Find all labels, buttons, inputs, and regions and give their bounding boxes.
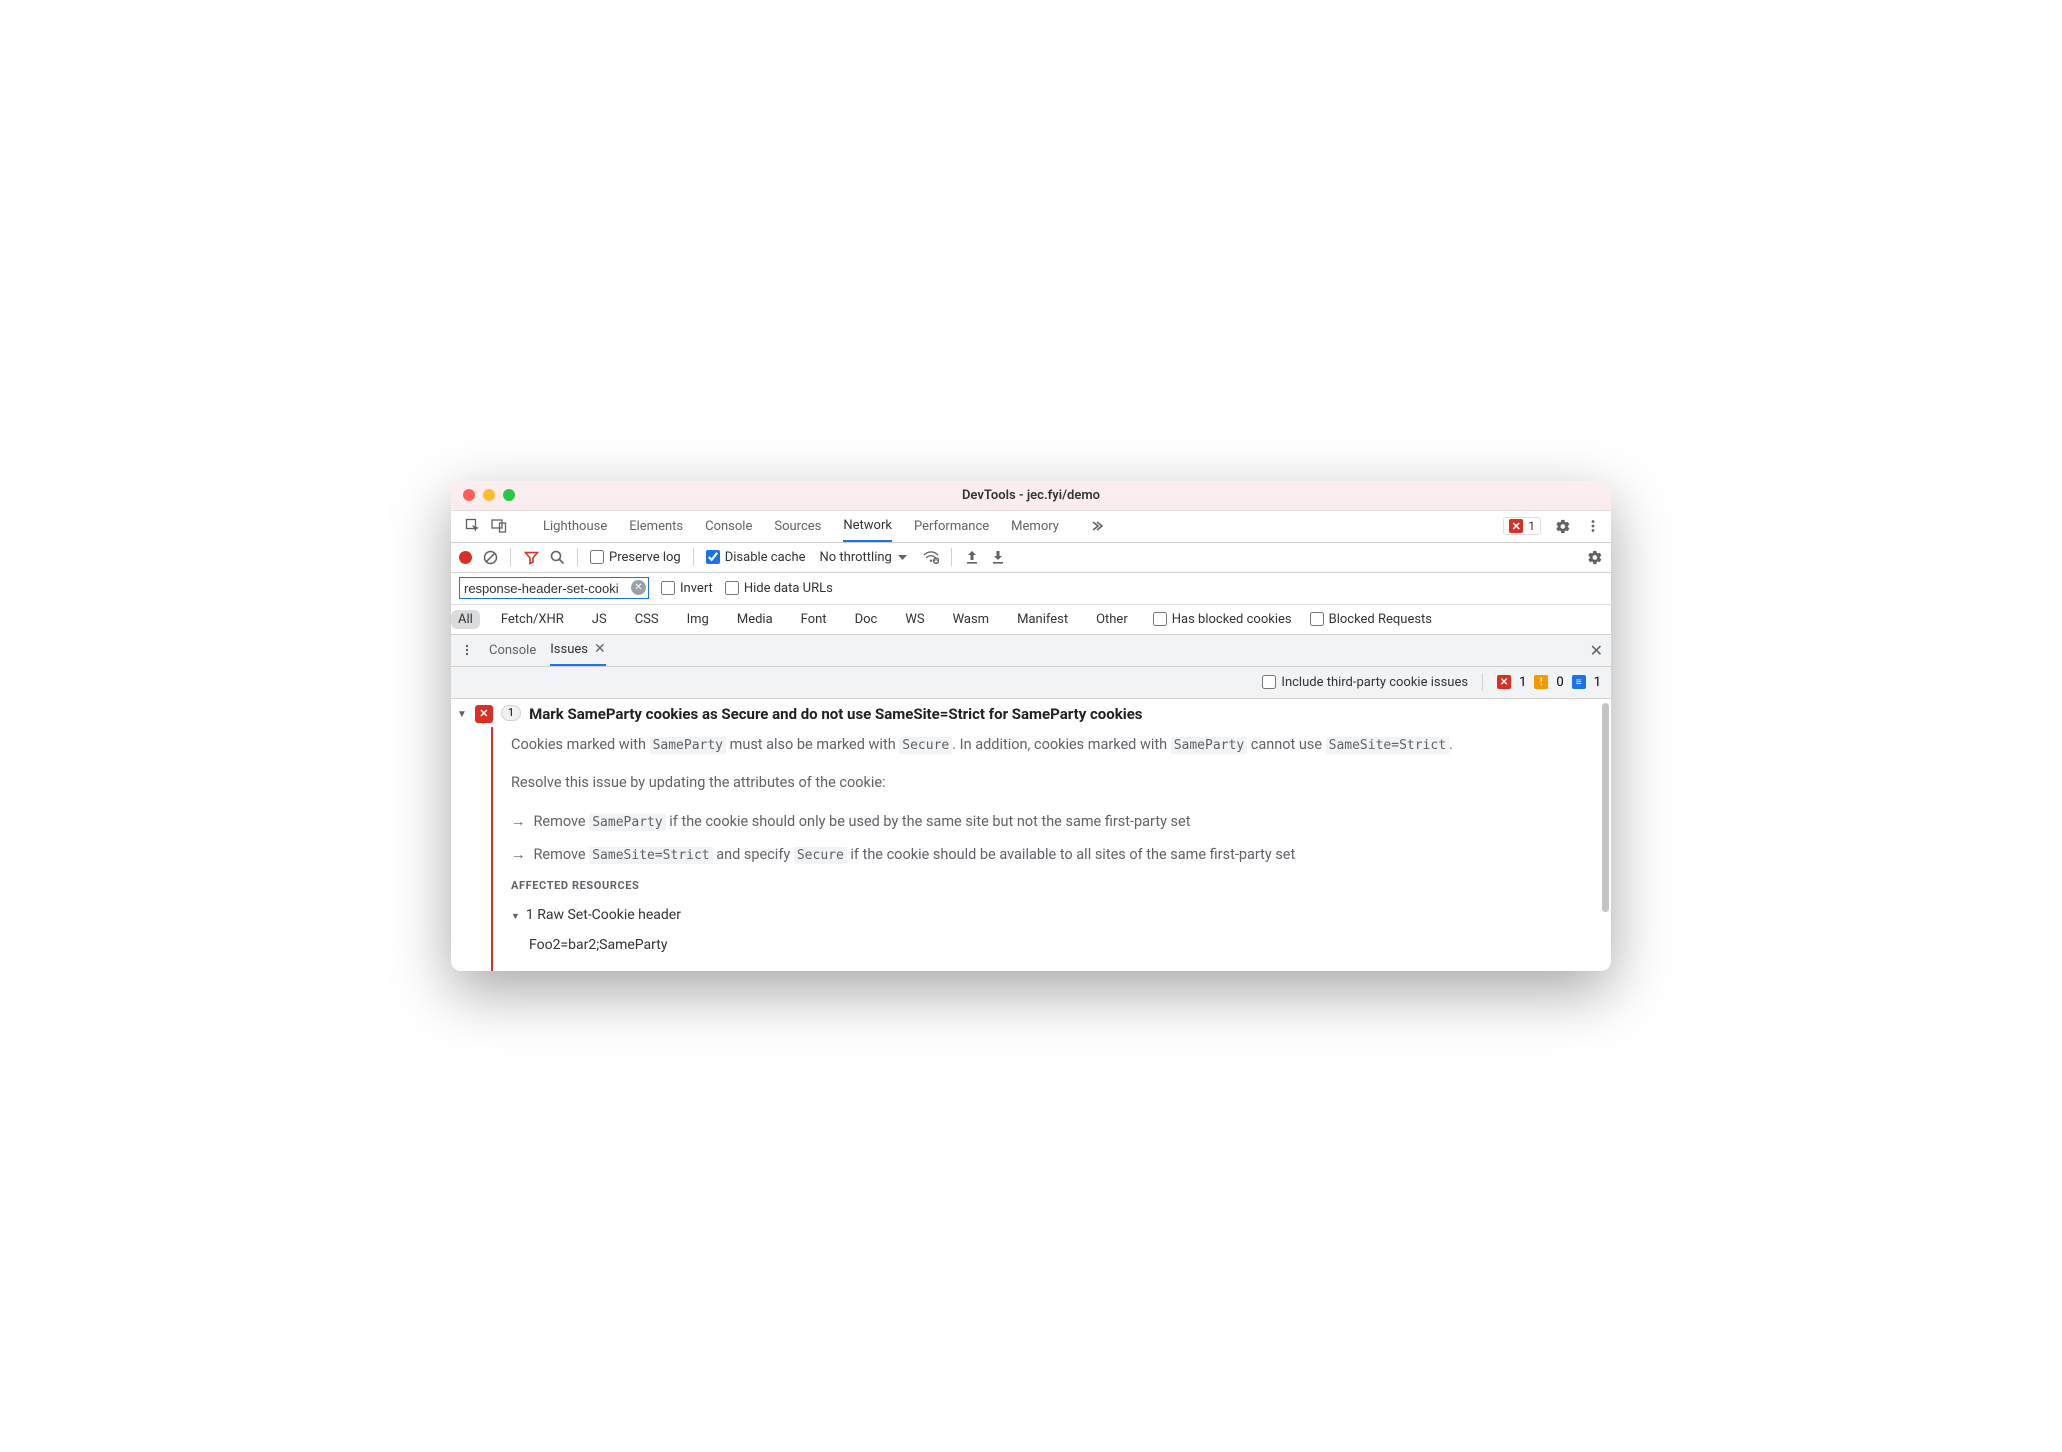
- search-icon[interactable]: [549, 549, 565, 565]
- record-button[interactable]: [459, 551, 472, 564]
- drawer-kebab-icon[interactable]: [459, 642, 475, 658]
- tab-elements[interactable]: Elements: [629, 511, 683, 542]
- scrollbar[interactable]: [1601, 701, 1609, 970]
- invert-checkbox[interactable]: Invert: [661, 581, 713, 596]
- collapse-triangle-icon[interactable]: ▼: [511, 910, 520, 925]
- issues-toolbar: Include third-party cookie issues ✕1 !0 …: [451, 667, 1611, 699]
- type-other[interactable]: Other: [1089, 610, 1135, 629]
- kebab-menu-icon[interactable]: [1585, 518, 1601, 534]
- clear-filter-icon[interactable]: ✕: [631, 580, 646, 595]
- tab-lighthouse[interactable]: Lighthouse: [543, 511, 607, 542]
- issue-title: Mark SameParty cookies as Secure and do …: [529, 705, 1142, 723]
- error-indicator[interactable]: ✕ 1: [1503, 517, 1541, 535]
- issue-paragraph-2: Resolve this issue by updating the attri…: [511, 771, 1581, 796]
- inspect-icon[interactable]: [465, 518, 481, 534]
- settings-icon[interactable]: [1555, 518, 1571, 534]
- arrow-icon: →: [511, 843, 526, 868]
- close-tab-icon[interactable]: ✕: [594, 641, 606, 657]
- blocked-cookies-checkbox[interactable]: Has blocked cookies: [1153, 612, 1292, 627]
- devtools-window: DevTools - jec.fyi/demo Lighthouse Eleme…: [451, 481, 1611, 972]
- main-tabs: Lighthouse Elements Console Sources Netw…: [543, 511, 1105, 542]
- disable-cache-input[interactable]: [706, 550, 720, 564]
- error-count-icon: ✕: [1497, 675, 1511, 689]
- main-tabbar: Lighthouse Elements Console Sources Netw…: [451, 511, 1611, 543]
- cookie-value: Foo2=bar2;SameParty: [529, 934, 1581, 958]
- arrow-icon: →: [511, 810, 526, 835]
- titlebar: DevTools - jec.fyi/demo: [451, 481, 1611, 511]
- issue-error-icon: ✕: [475, 705, 493, 723]
- type-manifest[interactable]: Manifest: [1010, 610, 1075, 629]
- preserve-log-checkbox[interactable]: Preserve log: [590, 550, 681, 565]
- tab-network[interactable]: Network: [843, 511, 892, 542]
- issue-header-row[interactable]: ▼ ✕ 1 Mark SameParty cookies as Secure a…: [451, 699, 1611, 727]
- type-font[interactable]: Font: [794, 610, 834, 629]
- network-conditions-icon[interactable]: [923, 549, 939, 565]
- close-drawer-icon[interactable]: ✕: [1590, 641, 1603, 660]
- include-third-party-checkbox[interactable]: Include third-party cookie issues: [1262, 675, 1468, 690]
- type-css[interactable]: CSS: [628, 610, 666, 629]
- type-media[interactable]: Media: [730, 610, 780, 629]
- type-js[interactable]: JS: [585, 610, 614, 629]
- issue-paragraph-1: Cookies marked with SameParty must also …: [511, 733, 1581, 758]
- drawer-tab-console[interactable]: Console: [489, 635, 536, 666]
- settings-gear-icon[interactable]: [1587, 549, 1603, 565]
- type-all[interactable]: All: [451, 610, 480, 629]
- filter-bar: ✕ Invert Hide data URLs: [451, 573, 1611, 605]
- filter-icon[interactable]: [523, 549, 539, 565]
- resource-type-bar: All Fetch/XHR JS CSS Img Media Font Doc …: [451, 605, 1611, 635]
- device-toggle-icon[interactable]: [491, 518, 507, 534]
- warning-count-icon: !: [1534, 675, 1548, 689]
- affected-resources-label: AFFECTED RESOURCES: [511, 877, 1581, 896]
- scrollbar-thumb[interactable]: [1602, 703, 1609, 913]
- issue-body: Cookies marked with SameParty must also …: [491, 727, 1611, 972]
- drawer-tab-issues[interactable]: Issues ✕: [550, 635, 605, 666]
- blocked-requests-checkbox[interactable]: Blocked Requests: [1310, 612, 1432, 627]
- throttling-select[interactable]: No throttling: [820, 550, 907, 565]
- tab-performance[interactable]: Performance: [914, 511, 989, 542]
- info-count-icon: ≡: [1572, 675, 1586, 689]
- type-fetchxhr[interactable]: Fetch/XHR: [494, 610, 571, 629]
- collapse-triangle-icon[interactable]: ▼: [457, 709, 467, 720]
- error-icon: ✕: [1509, 519, 1523, 533]
- hide-data-urls-checkbox[interactable]: Hide data URLs: [725, 581, 833, 596]
- filter-input[interactable]: [459, 577, 649, 599]
- more-tabs-icon[interactable]: [1089, 518, 1105, 534]
- preserve-log-input[interactable]: [590, 550, 604, 564]
- upload-icon[interactable]: [964, 549, 980, 565]
- download-icon[interactable]: [990, 549, 1006, 565]
- disable-cache-checkbox[interactable]: Disable cache: [706, 550, 806, 565]
- type-img[interactable]: Img: [680, 610, 716, 629]
- issue-bullet-2: → Remove SameSite=Strict and specify Sec…: [511, 843, 1581, 868]
- issue-counts: ✕1 !0 ≡1: [1497, 675, 1601, 690]
- type-wasm[interactable]: Wasm: [946, 610, 997, 629]
- drawer-tabbar: Console Issues ✕ ✕: [451, 635, 1611, 667]
- issues-panel: ▼ ✕ 1 Mark SameParty cookies as Secure a…: [451, 699, 1611, 972]
- tab-console[interactable]: Console: [705, 511, 752, 542]
- raw-header-row[interactable]: ▼ 1 Raw Set-Cookie header: [511, 904, 1581, 928]
- tab-sources[interactable]: Sources: [774, 511, 821, 542]
- issue-bullet-1: → Remove SameParty if the cookie should …: [511, 810, 1581, 835]
- network-toolbar: Preserve log Disable cache No throttling: [451, 543, 1611, 573]
- clear-icon[interactable]: [482, 549, 498, 565]
- window-title: DevTools - jec.fyi/demo: [451, 488, 1611, 503]
- type-ws[interactable]: WS: [898, 610, 931, 629]
- issue-count-pill: 1: [501, 705, 521, 721]
- type-doc[interactable]: Doc: [848, 610, 885, 629]
- tab-memory[interactable]: Memory: [1011, 511, 1059, 542]
